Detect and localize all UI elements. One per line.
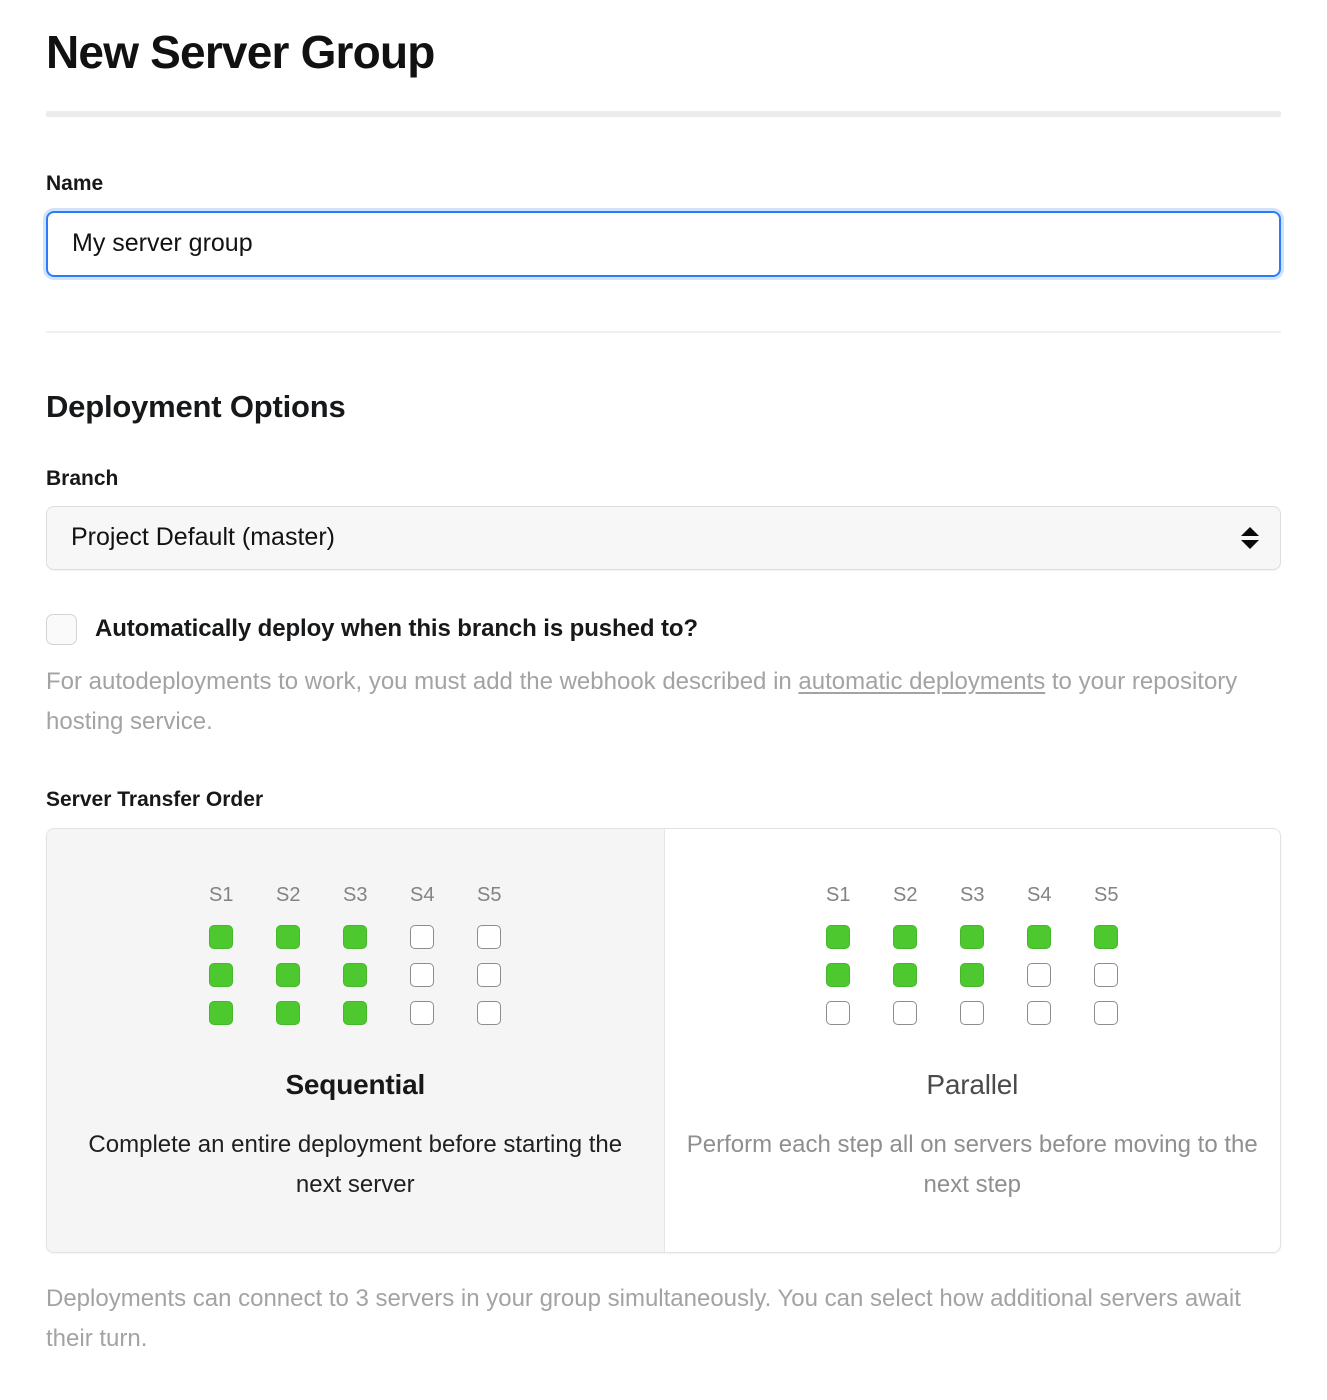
grid-cell-inactive <box>410 962 435 987</box>
server-transfer-order-group: Server Transfer Order S1 S2 S3 S4 S5 Sequenti… <box>46 743 1281 1360</box>
autodeploy-label: Automatically deploy when this branch is… <box>95 615 698 643</box>
grid-cell-active <box>209 924 234 949</box>
grid-cell-active <box>209 1000 234 1025</box>
grid-column-header: S2 <box>893 883 918 906</box>
grid-cell-active <box>893 924 918 949</box>
grid-cell-active <box>343 1000 368 1025</box>
transfer-order-options: S1 S2 S3 S4 S5 Sequential Complete an entire d… <box>46 827 1281 1254</box>
autodeploy-row[interactable]: Automatically deploy when this branch is… <box>46 570 1281 645</box>
grid-cell-active <box>1094 924 1119 949</box>
transfer-order-option-sequential[interactable]: S1 S2 S3 S4 S5 Sequential Complete an entire d… <box>47 828 664 1253</box>
grid-cell-active <box>893 962 918 987</box>
branch-select-value: Project Default (master) <box>71 523 335 552</box>
name-label: Name <box>46 171 104 195</box>
branch-field-group: Branch Project Default (master) <box>46 422 1281 570</box>
grid-column-header: S5 <box>1094 883 1119 906</box>
grid-column-header: S4 <box>1027 883 1052 906</box>
transfer-order-title-sequential: Sequential <box>285 1068 426 1100</box>
autodeploy-help-text: For autodeployments to work, you must ad… <box>46 662 1281 743</box>
grid-cell-inactive <box>1094 962 1119 987</box>
grid-cell-active <box>960 924 985 949</box>
help-text-before: For autodeployments to work, you must ad… <box>46 667 799 695</box>
grid-column-header: S1 <box>209 883 234 906</box>
new-server-group-form: New Server Group Name Deployment Options… <box>0 0 1327 1360</box>
automatic-deployments-link[interactable]: automatic deployments <box>798 668 1045 695</box>
server-transfer-order-label: Server Transfer Order <box>46 787 264 811</box>
grid-column-header: S1 <box>826 883 851 906</box>
branch-label: Branch <box>46 466 119 490</box>
grid-cell-inactive <box>960 1000 985 1025</box>
grid-cell-active <box>826 962 851 987</box>
grid-column-header: S4 <box>410 883 435 906</box>
grid-cell-inactive <box>410 1000 435 1025</box>
grid-cell-inactive <box>477 1000 502 1025</box>
grid-column-header: S5 <box>477 883 502 906</box>
grid-cell-active <box>209 962 234 987</box>
page-title: New Server Group <box>46 26 435 78</box>
branch-select-wrap: Project Default (master) <box>46 505 1281 570</box>
grid-cell-active <box>1027 924 1052 949</box>
grid-column-header: S3 <box>960 883 985 906</box>
grid-cell-inactive <box>1027 1000 1052 1025</box>
branch-select[interactable]: Project Default (master) <box>46 505 1281 570</box>
transfer-order-title-parallel: Parallel <box>926 1068 1019 1100</box>
grid-column-header: S2 <box>276 883 301 906</box>
grid-cell-inactive <box>893 1000 918 1025</box>
name-input[interactable] <box>46 210 1281 277</box>
grid-cell-inactive <box>826 1000 851 1025</box>
grid-cell-inactive <box>1027 962 1052 987</box>
name-field-group: Name <box>46 117 1281 277</box>
deployment-options-heading: Deployment Options <box>46 388 346 424</box>
grid-column-header: S3 <box>343 883 368 906</box>
checkbox-icon[interactable] <box>46 613 77 645</box>
transfer-order-grid-parallel: S1 S2 S3 S4 S5 <box>823 885 1122 1025</box>
grid-cell-active <box>343 962 368 987</box>
grid-cell-active <box>343 924 368 949</box>
transfer-order-description-parallel: Perform each step all on servers before … <box>686 1130 1258 1199</box>
grid-cell-active <box>276 1000 301 1025</box>
transfer-order-description-sequential: Complete an entire deployment before sta… <box>88 1130 623 1199</box>
grid-cell-active <box>960 962 985 987</box>
grid-cell-active <box>276 924 301 949</box>
grid-cell-inactive <box>1094 1000 1119 1025</box>
transfer-order-footnote: Deployments can connect to 3 servers in … <box>46 1285 1241 1353</box>
grid-cell-active <box>826 924 851 949</box>
grid-cell-active <box>276 962 301 987</box>
grid-cell-inactive <box>410 924 435 949</box>
grid-cell-inactive <box>477 924 502 949</box>
grid-cell-inactive <box>477 962 502 987</box>
transfer-order-option-parallel[interactable]: S1 S2 S3 S4 S5 Parallel Perform each step all … <box>663 828 1281 1253</box>
transfer-order-grid-sequential: S1 S2 S3 S4 S5 <box>206 885 505 1025</box>
